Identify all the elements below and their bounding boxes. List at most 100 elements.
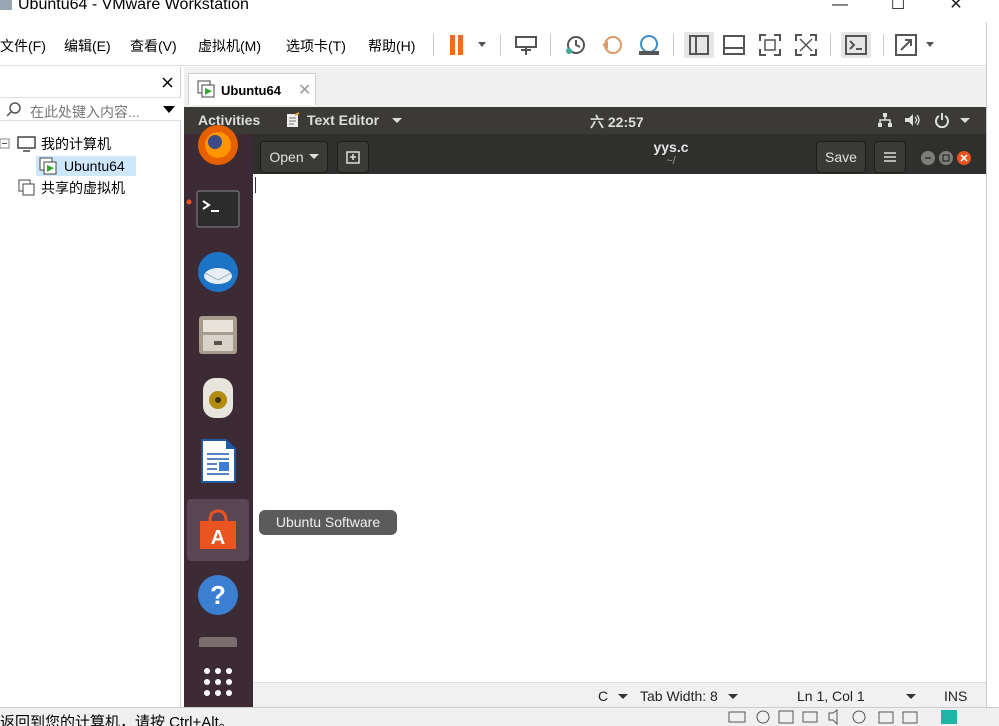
pause-button[interactable] [446,32,490,58]
menu-file[interactable]: 文件(F) [0,36,46,56]
chevron-down-icon [392,118,402,123]
network-icon[interactable] [877,112,893,128]
console-icon [845,35,867,55]
insert-mode[interactable]: INS [944,688,967,704]
library-toggle-button[interactable] [684,32,714,58]
dock-files[interactable] [193,310,243,360]
document-title: yys.c [653,139,689,155]
volume-icon[interactable] [904,112,922,128]
close-button[interactable]: ✕ [936,0,976,16]
vm-tab[interactable]: Ubuntu64 ✕ [188,73,316,105]
fullscreen-button[interactable] [757,32,783,58]
menu-view[interactable]: 查看(V) [130,36,177,56]
tree-label: 我的计算机 [41,136,111,152]
vm-running-icon [197,80,215,98]
gedit-maximize-icon [939,151,953,165]
revert-snapshot-button[interactable] [599,32,625,58]
new-document-button[interactable] [337,141,369,173]
console-view-button[interactable] [841,32,871,58]
library-close-icon[interactable] [0,71,181,91]
power-icon[interactable] [934,112,950,128]
snapshot-manager-button[interactable] [636,32,662,58]
clock[interactable]: 六 22:57 [590,112,644,132]
drive-icon [199,637,237,647]
unity-icon [795,34,817,56]
menu-vm[interactable]: 虚拟机(M) [198,36,261,56]
computer-icon [17,136,36,152]
menu-help[interactable]: 帮助(H) [368,36,415,56]
tree-item-shared-vms[interactable]: 共享的虚拟机 [0,178,181,198]
running-indicator [186,199,192,205]
thumbnail-bar-button[interactable] [721,32,747,58]
maximize-button[interactable]: ☐ [878,0,918,16]
stretch-button[interactable] [893,32,941,58]
toolbar-separator [500,34,501,56]
tree-label: Ubuntu64 [64,158,125,174]
dock-terminal[interactable] [193,184,243,234]
svg-text:?: ? [210,580,226,610]
snapshot-manager-icon [639,35,659,55]
snapshot-clock-icon [566,36,585,54]
collapse-icon[interactable] [0,137,10,151]
vm-workspace: Ubuntu64 ✕ Activities Text Editor 六 22:5… [184,67,986,707]
title-bar: Ubuntu64 - VMware Workstation — ☐ ✕ [0,0,999,22]
snapshot-button[interactable] [562,32,588,58]
hamburger-menu-button[interactable] [874,141,906,173]
dock-partial-item[interactable] [193,629,243,649]
dock-help[interactable]: ? [193,570,243,620]
open-button[interactable]: Open [260,141,328,173]
dock-rhythmbox[interactable] [193,373,243,423]
language-label: C [598,688,609,704]
tree-item-ubuntu64[interactable]: Ubuntu64 [36,156,136,176]
show-apps-icon [204,668,232,696]
vm-running-icon [39,157,57,175]
dock-tooltip: Ubuntu Software [259,510,397,535]
window-controls [921,151,971,165]
menu-icon [884,152,896,162]
rhythmbox-icon [203,378,233,418]
dock-firefox[interactable] [193,120,243,170]
cursor-position[interactable]: Ln 1, Col 1 [797,688,865,704]
menu-edit[interactable]: 编辑(E) [64,36,111,56]
chevron-down-icon [727,694,738,700]
unity-button[interactable] [793,32,819,58]
language-selector[interactable]: C [598,688,629,704]
dock-libreoffice-writer[interactable] [193,436,243,486]
firefox-icon [198,125,238,165]
ubuntu-screen[interactable]: Activities Text Editor 六 22:57 A ? Open … [184,107,986,707]
vmware-window: Ubuntu64 - VMware Workstation — ☐ ✕ 文件(F… [0,0,999,726]
position-label: Ln 1, Col 1 [797,688,865,704]
dock-ubuntu-software[interactable]: A [187,499,249,561]
chevron-down-icon[interactable] [162,105,176,115]
device-status-icons[interactable] [725,708,965,726]
svg-text:A: A [211,527,225,549]
menu-toolbar: 文件(F) 编辑(E) 查看(V) 虚拟机(M) 选项卡(T) 帮助(H) [0,22,999,66]
send-ctrl-alt-del-button[interactable] [513,32,539,58]
save-button[interactable]: Save [816,141,866,173]
library-header [0,71,181,91]
status-hint: 返回到您的计算机，请按 Ctrl+Alt。 [0,714,234,726]
tab-width-selector[interactable]: Tab Width: 8 [640,688,738,704]
chevron-down-icon [308,154,319,159]
minimize-button[interactable]: — [820,0,860,16]
chevron-down-icon[interactable] [906,694,916,700]
library-search[interactable]: 在此处键入内容... [0,97,181,121]
tab-close-button[interactable]: ✕ [298,80,311,100]
right-panel-edge [986,22,999,707]
tab-width-label: Tab Width: 8 [640,688,718,704]
help-icon: ? [198,575,238,615]
dock-show-apps[interactable] [193,657,243,707]
keyboard-send-icon [515,36,537,55]
ubuntu-software-icon: A [200,509,236,549]
window-title: Ubuntu64 - VMware Workstation [18,0,249,13]
tree-item-my-computer[interactable]: 我的计算机 [0,134,181,154]
app-menu[interactable]: Text Editor [307,112,379,128]
menu-tabs[interactable]: 选项卡(T) [286,36,346,56]
chevron-down-icon[interactable] [960,118,970,124]
dock-thunderbird[interactable] [193,247,243,297]
vmware-app-icon [0,0,12,10]
fullscreen-icon [759,34,781,56]
search-input[interactable]: 在此处键入内容... [30,102,140,122]
text-editor-area[interactable] [253,174,986,682]
pause-icon [450,35,486,55]
